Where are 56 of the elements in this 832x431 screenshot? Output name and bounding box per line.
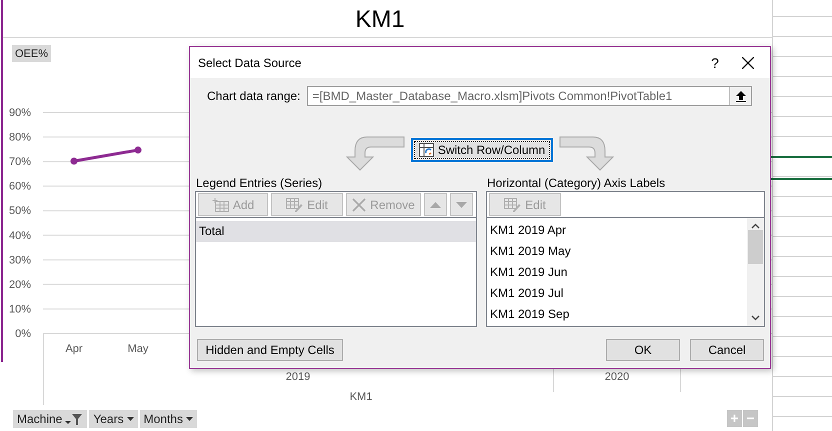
down-triangle-icon [456, 202, 467, 208]
data-range-field[interactable]: =[BMD_Master_Database_Macro.xlsm]Pivots Common!PivotTable1 [307, 86, 752, 106]
axis-tick-label: 30% [8, 254, 31, 266]
collapse-button[interactable] [729, 87, 751, 105]
axis-label-item[interactable]: KM1 2019 May [490, 241, 747, 262]
caret-icon [186, 417, 193, 421]
dialog-title: Select Data Source [198, 56, 302, 70]
switch-row-column-button[interactable]: Switch Row/Column [410, 138, 554, 162]
caret-icon [126, 417, 134, 421]
axis-tick-label: 10% [8, 303, 31, 316]
field-button[interactable]: Years [89, 410, 138, 428]
axis-tick-label: 20% [8, 278, 31, 291]
filter-dropdown-icon [65, 413, 84, 425]
field-button[interactable]: Machine [13, 410, 88, 428]
table-plus-icon [212, 198, 229, 212]
axis-label-item[interactable]: KM1 2019 Apr [490, 220, 747, 241]
axis-label-item[interactable]: KM1 2019 Jun [490, 262, 747, 283]
scroll-up-icon[interactable] [751, 223, 760, 229]
axis-tick-label: 90% [8, 107, 31, 119]
axis-label-item[interactable]: KM1 2019 Jul [490, 283, 747, 304]
group-label: 2020 [604, 371, 630, 383]
switch-icon [418, 143, 434, 157]
table-pencil-icon [504, 198, 522, 212]
remove-icon [352, 198, 366, 212]
section-heading: Legend Entries (Series) [196, 176, 324, 190]
up-triangle-icon [430, 202, 441, 208]
scroll-down-icon[interactable] [751, 315, 760, 321]
dialog-button[interactable]: OK [606, 339, 680, 361]
category-label: May [128, 343, 148, 355]
axis-tick-label: 0% [15, 328, 31, 340]
curved-arrow-icon [344, 135, 405, 171]
help-button[interactable]: ? [700, 54, 730, 70]
axis-label-item[interactable]: KM1 2019 Sep [490, 304, 747, 325]
value-field-button[interactable]: OEE% [12, 45, 52, 62]
field-label: Chart data range: [207, 89, 300, 103]
dialog-button[interactable]: Cancel [690, 339, 764, 361]
axis-tick-label: 80% [8, 132, 31, 144]
axis-tick-label: 70% [8, 156, 31, 168]
scrollbar[interactable] [747, 218, 764, 326]
curved-arrow-icon [559, 135, 616, 171]
group-label: 2019 [286, 371, 310, 383]
close-icon[interactable] [742, 56, 754, 68]
axis-tick-label: 60% [8, 180, 31, 193]
axis-tick-label: 40% [8, 230, 31, 242]
hidden-empty-cells-button[interactable]: Hidden and Empty Cells [197, 339, 343, 361]
table-pencil-icon [286, 198, 304, 212]
upload-arrow-icon [736, 90, 746, 102]
axis-title: KM1 [350, 391, 372, 403]
data-point [134, 146, 142, 154]
category-label: Apr [65, 343, 83, 355]
section-heading: Horizontal (Category) Axis Labels [487, 176, 666, 190]
axis-tick-label: 50% [8, 205, 31, 218]
chart-title: KM1 [355, 6, 405, 33]
field-button[interactable]: Months [140, 410, 197, 428]
legend-entry[interactable]: Total [196, 221, 476, 242]
data-point [70, 158, 78, 165]
